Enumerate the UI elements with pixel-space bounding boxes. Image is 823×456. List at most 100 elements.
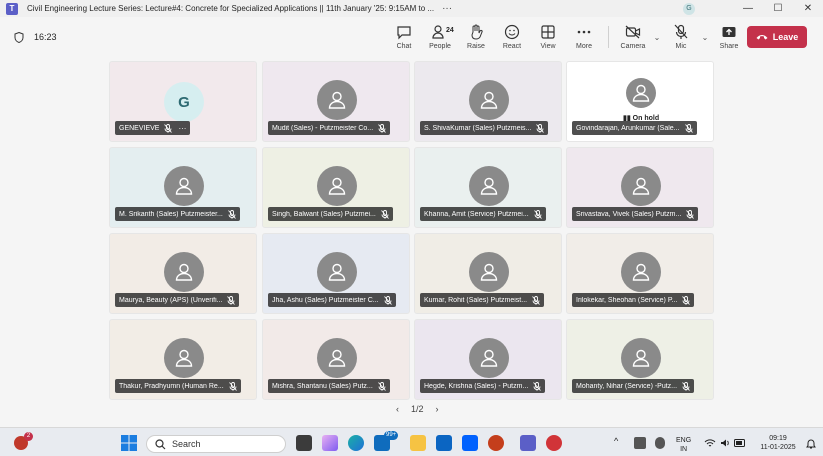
phone-hangup-icon — [756, 35, 768, 40]
participant-tile[interactable]: Jha, Ashu (Sales) Putzmeister C... — [262, 233, 410, 314]
wifi-icon[interactable] — [704, 439, 716, 448]
mic-button[interactable]: Mic — [663, 17, 699, 57]
participant-name-tag: Irilokekar, Sheohan (Service) P... — [572, 293, 695, 307]
person-icon — [317, 80, 357, 120]
participant-tile[interactable]: Kumar, Rohit (Sales) Putzmeist... — [414, 233, 562, 314]
pagination: ‹ 1/2 › — [390, 404, 445, 414]
account-avatar[interactable]: G — [683, 2, 695, 15]
maximize-button[interactable]: ☐ — [763, 0, 793, 17]
participant-name-tag: Hegde, Krishna (Sales) - Putzm... — [420, 379, 546, 393]
elapsed-time: 16:23 — [34, 32, 57, 42]
participant-tile[interactable]: Mohanty, Nihar (Service) -Putz... — [566, 319, 714, 400]
share-label: Share — [719, 43, 739, 50]
participant-tile[interactable]: Singh, Balwant (Sales) Putzmei... — [262, 147, 410, 228]
next-page-chevron-icon[interactable]: › — [436, 404, 439, 414]
participant-tile[interactable]: Hegde, Krishna (Sales) - Putzm... — [414, 319, 562, 400]
mic-tray-icon[interactable] — [655, 437, 665, 449]
participant-name: S. ShivaKumar (Sales) Putzmeis... — [424, 124, 532, 132]
muted-mic-icon — [533, 209, 542, 219]
mic-options-chevron-icon[interactable]: ⌄ — [699, 33, 711, 42]
dropbox-icon[interactable] — [462, 435, 478, 451]
react-button[interactable]: React — [494, 17, 530, 57]
person-icon — [164, 338, 204, 378]
participant-tile[interactable]: ▮▮ On hold Govindarajan, Arunkumar (Sale.… — [566, 61, 714, 142]
camera-tray-icon[interactable] — [634, 437, 646, 449]
close-button[interactable]: ✕ — [793, 0, 823, 17]
teams-icon[interactable] — [520, 435, 536, 451]
teams-logo-icon: T — [6, 2, 18, 15]
participant-name-tag: S. ShivaKumar (Sales) Putzmeis... — [420, 121, 549, 135]
share-button[interactable]: Share — [711, 17, 747, 57]
participant-name-tag: Srivastava, Vivek (Sales) Putzm... — [572, 207, 699, 221]
muted-mic-icon — [381, 209, 389, 219]
participant-tile[interactable]: Srivastava, Vivek (Sales) Putzm... — [566, 147, 714, 228]
muted-mic-icon — [383, 295, 392, 305]
participant-tile[interactable]: S. ShivaKumar (Sales) Putzmeis... — [414, 61, 562, 142]
tray-chevron-icon[interactable]: ^ — [614, 437, 618, 446]
battery-icon[interactable] — [734, 439, 746, 447]
tile-more-button[interactable]: ··· — [178, 124, 186, 133]
mic-off-icon — [674, 24, 688, 39]
minimize-button[interactable]: — — [733, 0, 763, 17]
powerpoint-icon[interactable] — [488, 435, 504, 451]
clock-date: 11-01-2025 — [760, 444, 796, 451]
prev-page-chevron-icon[interactable]: ‹ — [396, 404, 399, 414]
person-icon — [469, 338, 509, 378]
participant-name: GENEVIEVE — [119, 124, 160, 132]
participant-name-tag: Govindarajan, Arunkumar (Sale... — [572, 121, 697, 135]
camera-options-chevron-icon[interactable]: ⌄ — [651, 33, 663, 42]
title-bar: T Civil Engineering Lecture Series: Lect… — [0, 0, 823, 17]
app-icon-blue[interactable] — [436, 435, 452, 451]
participant-tile[interactable]: Khanna, Amit (Service) Putzmei... — [414, 147, 562, 228]
windows-start-icon[interactable] — [121, 435, 137, 451]
volume-icon[interactable] — [720, 438, 730, 448]
page-indicator: 1/2 — [411, 404, 424, 414]
participant-tile[interactable]: M. Srikanth (Sales) Putzmeister... — [109, 147, 257, 228]
participant-tile[interactable]: Thakur, Pradhyumn (Human Re... — [109, 319, 257, 400]
participant-tile[interactable]: Mudit (Sales) - Putzmeister Co... — [262, 61, 410, 142]
people-button[interactable]: 24 People — [422, 17, 458, 57]
video-stage: G GENEVIEVE ··· Mudit (Sales) - Putzmeister… — [0, 57, 823, 400]
participant-tile[interactable]: Mishra, Shantanu (Sales) Putz... — [262, 319, 410, 400]
person-icon — [164, 252, 204, 292]
leave-button[interactable]: Leave — [747, 26, 807, 48]
participant-name-tag: Thakur, Pradhyumn (Human Re... — [115, 379, 241, 393]
mic-label: Mic — [675, 43, 687, 50]
edge-icon[interactable] — [348, 435, 364, 451]
raise-hand-button[interactable]: Raise — [458, 17, 494, 57]
more-button[interactable]: More — [566, 17, 602, 57]
participant-name-tag: M. Srikanth (Sales) Putzmeister... — [115, 207, 240, 221]
person-icon — [469, 166, 509, 206]
participant-name-tag: Kumar, Rohit (Sales) Putzmeist... — [420, 293, 545, 307]
camera-button[interactable]: Camera — [615, 17, 651, 57]
muted-mic-icon — [227, 295, 236, 305]
participant-tile[interactable]: Irilokekar, Sheohan (Service) P... — [566, 233, 714, 314]
participant-name-tag: Mohanty, Nihar (Service) -Putz... — [572, 379, 695, 393]
taskbar-search[interactable]: Search — [146, 435, 286, 453]
participant-tile[interactable]: G GENEVIEVE ··· — [109, 61, 257, 142]
muted-mic-icon — [684, 123, 693, 133]
more-dots-icon — [577, 30, 591, 34]
person-icon — [626, 78, 656, 108]
participant-name: Mohanty, Nihar (Service) -Putz... — [576, 382, 678, 390]
language-indicator[interactable]: ENG IN — [676, 436, 691, 454]
person-icon — [469, 252, 509, 292]
copilot-icon[interactable] — [322, 435, 338, 451]
person-icon — [317, 166, 357, 206]
file-explorer-icon[interactable] — [410, 435, 426, 451]
task-view-icon[interactable] — [296, 435, 312, 451]
app-icon-red-2[interactable] — [546, 435, 562, 451]
react-label: React — [502, 43, 522, 50]
clock[interactable]: 09:19 11-01-2025 — [752, 434, 804, 452]
smile-icon — [504, 24, 520, 40]
chat-label: Chat — [396, 43, 412, 50]
muted-mic-icon — [378, 123, 386, 133]
muted-mic-icon — [228, 209, 236, 219]
participant-tile[interactable]: Maurya, Beauty (APS) (Unverifi... — [109, 233, 257, 314]
participant-count: 24 — [446, 27, 454, 34]
chat-button[interactable]: Chat — [386, 17, 422, 57]
notification-bell-icon[interactable] — [806, 439, 816, 449]
title-more-button[interactable]: ··· — [442, 3, 452, 14]
participant-name: Jha, Ashu (Sales) Putzmeister C... — [272, 296, 379, 304]
view-button[interactable]: View — [530, 17, 566, 57]
